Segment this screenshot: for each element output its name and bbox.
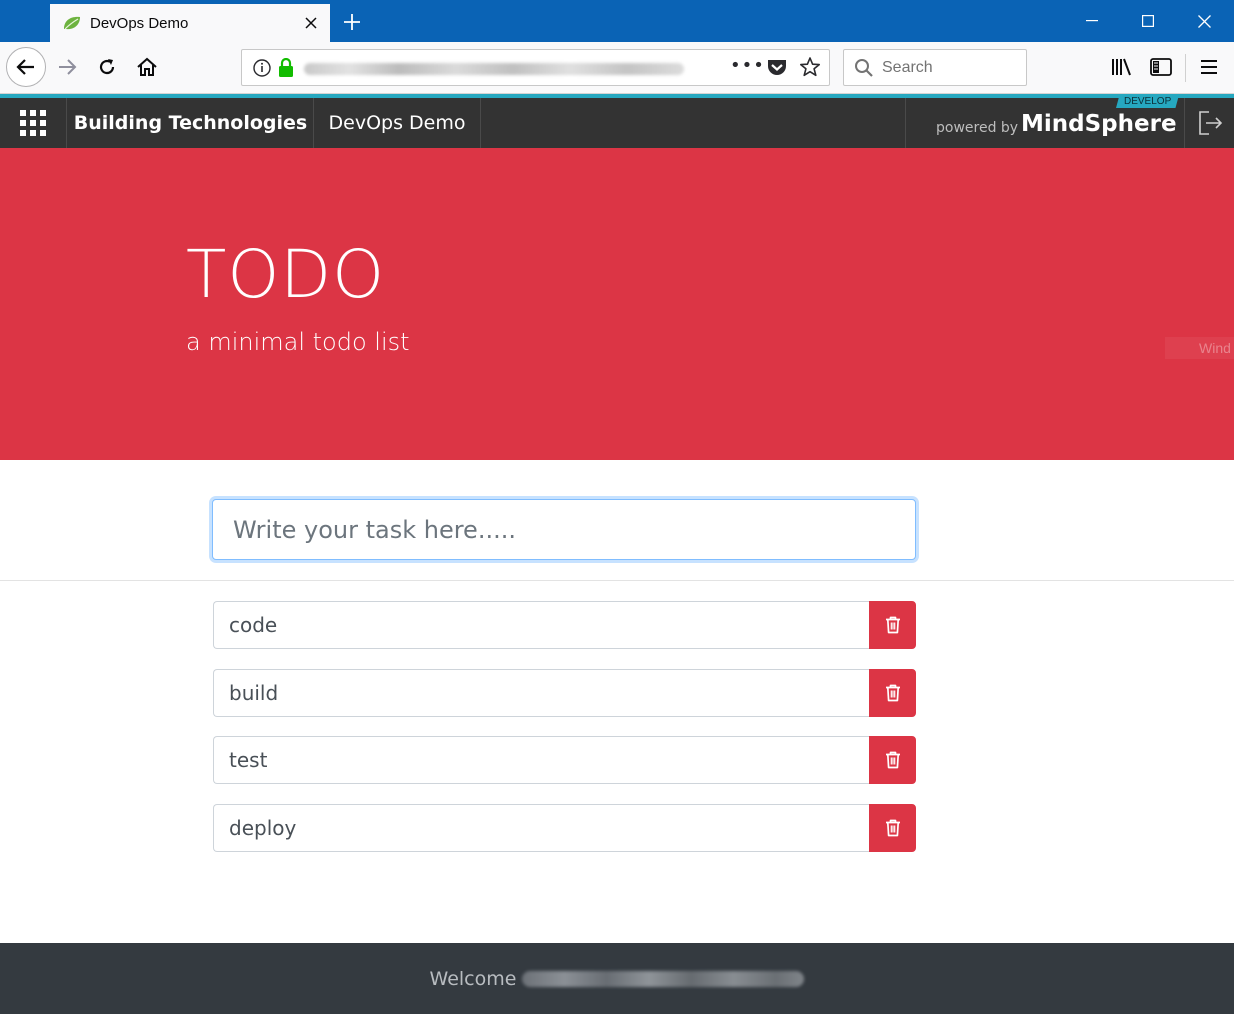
info-icon[interactable]	[252, 58, 272, 82]
browser-search-input[interactable]	[882, 58, 1022, 77]
reload-icon	[99, 59, 115, 75]
close-tab-icon[interactable]	[298, 10, 324, 36]
todo-item: code	[213, 601, 916, 649]
arrow-right-icon	[59, 59, 77, 75]
todo-item-text[interactable]: test	[213, 736, 869, 784]
lock-icon[interactable]	[278, 57, 294, 82]
menu-button[interactable]	[1195, 53, 1223, 81]
bookmark-star-icon[interactable]	[799, 56, 821, 82]
mindsphere-logo: MindSphere	[1021, 111, 1177, 137]
pocket-icon[interactable]	[766, 58, 788, 82]
url-text-redacted	[304, 63, 684, 75]
logout-button[interactable]	[1186, 98, 1234, 148]
page-title: TODO	[186, 236, 386, 313]
library-icon	[1112, 58, 1131, 76]
browser-navbar: •••	[0, 42, 1234, 94]
minimize-icon	[1086, 20, 1098, 22]
trash-icon	[885, 819, 900, 836]
powered-by-label: powered by	[936, 120, 1019, 136]
mindsphere-brand: powered by MindSphere DEVELOP	[905, 94, 1185, 148]
new-tab-button[interactable]	[338, 8, 366, 36]
tab-title: DevOps Demo	[90, 14, 189, 32]
todo-item-text[interactable]: code	[213, 601, 869, 649]
browser-tab[interactable]: DevOps Demo	[50, 4, 330, 42]
url-bar[interactable]: •••	[241, 49, 830, 86]
todo-item: deploy	[213, 803, 916, 852]
library-button[interactable]	[1108, 53, 1136, 81]
environment-badge: DEVELOP	[1116, 94, 1180, 108]
toolbar-separator	[1185, 54, 1186, 82]
browser-search-box[interactable]	[843, 49, 1027, 86]
back-button[interactable]	[6, 47, 46, 87]
maximize-icon	[1142, 15, 1154, 27]
close-icon	[1197, 14, 1211, 28]
plus-icon	[344, 14, 360, 30]
todo-list: code build test deploy	[213, 601, 916, 871]
todo-item: build	[213, 668, 916, 717]
welcome-label: Welcome	[429, 967, 517, 990]
section-divider	[0, 580, 1234, 581]
delete-todo-button[interactable]	[869, 601, 916, 649]
delete-todo-button[interactable]	[869, 803, 916, 852]
home-icon	[137, 57, 157, 76]
grid-icon	[20, 110, 46, 136]
hero-banner: TODO a minimal todo list Wind	[0, 148, 1234, 460]
minimize-window-button[interactable]	[1064, 0, 1120, 42]
home-button[interactable]	[132, 52, 162, 82]
close-window-button[interactable]	[1176, 0, 1232, 42]
reload-button[interactable]	[92, 52, 122, 82]
trash-icon	[885, 616, 900, 634]
logout-icon	[1199, 111, 1223, 135]
forward-button[interactable]	[52, 52, 82, 82]
todo-item: test	[213, 736, 916, 784]
trash-icon	[885, 751, 900, 769]
page-subtitle: a minimal todo list	[186, 328, 410, 356]
arrow-left-icon	[16, 59, 34, 75]
page-actions-icon[interactable]: •••	[730, 55, 765, 76]
browser-titlebar: DevOps Demo	[0, 0, 1234, 42]
user-email-redacted	[522, 970, 805, 987]
hamburger-menu-icon	[1201, 60, 1217, 74]
delete-todo-button[interactable]	[869, 668, 916, 717]
delete-todo-button[interactable]	[869, 736, 916, 784]
todo-item-text[interactable]: build	[213, 668, 869, 717]
sidebar-toggle-button[interactable]	[1147, 53, 1175, 81]
appbar-tenant[interactable]: Building Technologies	[68, 98, 314, 148]
windows-watermark: Wind	[1165, 337, 1234, 359]
new-task-input[interactable]	[212, 499, 916, 560]
app-launcher-button[interactable]	[0, 98, 67, 148]
spring-leaf-icon	[62, 15, 82, 31]
search-icon	[855, 58, 873, 77]
app-bar: Building Technologies DevOps Demo powere…	[0, 94, 1234, 148]
trash-icon	[885, 684, 900, 701]
sidebar-icon	[1150, 58, 1172, 76]
maximize-window-button[interactable]	[1120, 0, 1176, 42]
page-footer: Welcome	[0, 943, 1234, 1014]
appbar-app-name[interactable]: DevOps Demo	[314, 98, 481, 148]
todo-item-text[interactable]: deploy	[213, 803, 869, 852]
